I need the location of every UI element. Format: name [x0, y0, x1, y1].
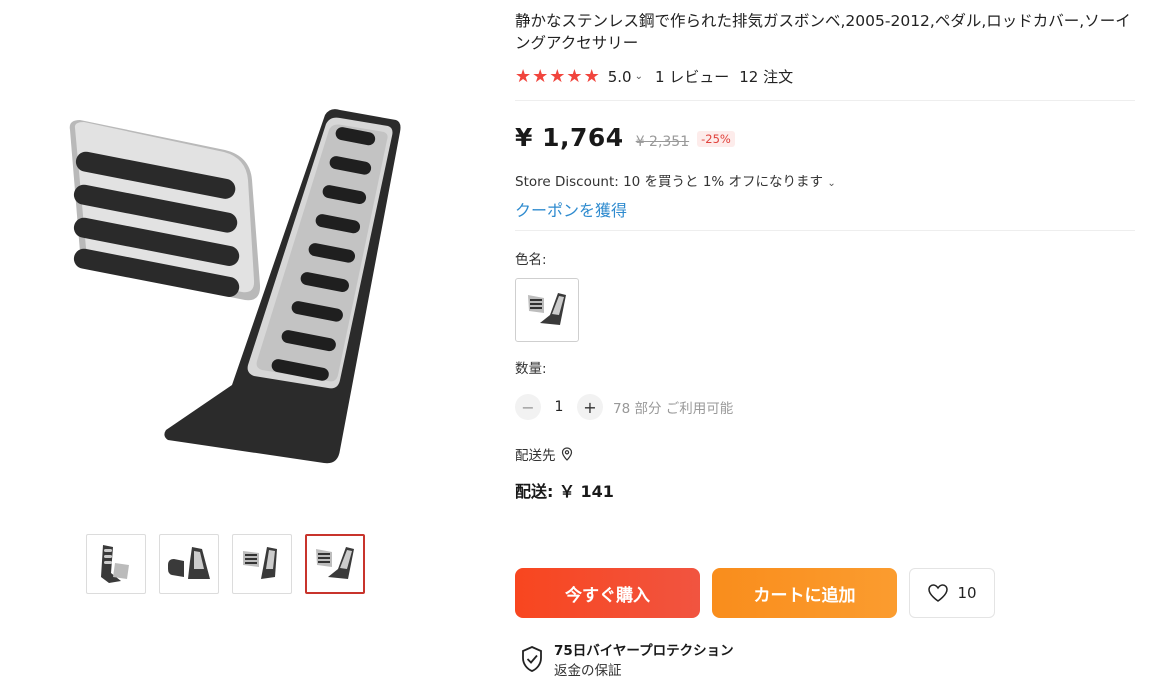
thumbnail-4-image [316, 547, 354, 579]
rating-value[interactable]: 5.0 [608, 68, 632, 86]
color-label: 色名: [515, 252, 547, 268]
order-count: 12 注文 [739, 68, 794, 86]
price-row: ¥ 1,764 ¥ 2,351 -25% [515, 123, 1135, 152]
main-product-image[interactable] [40, 80, 430, 500]
quantity-stepper: − 1 + 78 部分 ご利用可能 [515, 394, 1135, 420]
swatch-image [528, 293, 566, 325]
thumbnail-2[interactable] [159, 534, 219, 594]
shield-check-icon [522, 646, 542, 672]
review-count[interactable]: 1 レビュー [655, 66, 729, 87]
protection-title: 75日バイヤープロテクション [554, 643, 734, 659]
protection-text: 75日バイヤープロテクション 返金の保証 [554, 639, 734, 679]
quantity-minus-button[interactable]: − [515, 394, 541, 420]
ship-to-label: 配送先 [515, 448, 556, 464]
thumbnail-1[interactable] [86, 534, 146, 594]
discount-badge: -25% [697, 131, 735, 147]
ship-to[interactable]: 配送先 [515, 444, 1135, 464]
heart-icon [928, 584, 949, 602]
star-icon: ★ [566, 65, 583, 87]
buyer-protection[interactable]: 75日バイヤープロテクション 返金の保証 [520, 639, 734, 679]
rating-row: ★ ★ ★ ★ ★ 5.0 ⌄ 1 レビュー 12 注文 [515, 66, 1135, 87]
thumbnail-2-image [168, 547, 210, 579]
product-info-panel: 静かなステンレス鋼で作られた排気ガスボンベ,2005-2012,ペダル,ロッドカ… [515, 10, 1135, 502]
shipping-cost: 配送: ￥ 141 [515, 482, 614, 501]
star-icon: ★ [583, 65, 600, 87]
color-swatch-selected[interactable] [515, 278, 579, 342]
original-price: ¥ 2,351 [635, 134, 690, 150]
divider [515, 100, 1135, 101]
star-icon: ★ [549, 65, 566, 87]
chevron-down-icon[interactable]: ⌄ [635, 71, 643, 82]
star-icon: ★ [515, 65, 532, 87]
thumbnail-3-image [243, 547, 277, 579]
wishlist-button[interactable]: 10 [909, 568, 995, 618]
action-buttons: 今すぐ購入 カートに追加 10 [515, 568, 995, 618]
divider [515, 230, 1135, 231]
store-discount[interactable]: Store Discount: 10 を買うと 1% オフになります ⌄ [515, 170, 1135, 190]
thumbnail-3[interactable] [232, 534, 292, 594]
star-rating: ★ ★ ★ ★ ★ [515, 65, 600, 87]
quantity-plus-button[interactable]: + [577, 394, 603, 420]
store-discount-text: Store Discount: 10 を買うと 1% オフになります [515, 174, 824, 190]
thumbnail-strip [86, 534, 365, 594]
chevron-down-icon: ⌄ [827, 178, 836, 189]
quantity-value[interactable]: 1 [541, 399, 577, 415]
quantity-label: 数量: [515, 361, 547, 377]
current-price: ¥ 1,764 [515, 123, 624, 152]
product-gallery [0, 0, 470, 696]
star-icon: ★ [532, 65, 549, 87]
thumbnail-4-active[interactable] [305, 534, 365, 594]
location-pin-icon [561, 447, 572, 461]
add-to-cart-button[interactable]: カートに追加 [712, 568, 897, 618]
buy-now-button[interactable]: 今すぐ購入 [515, 568, 700, 618]
wishlist-count: 10 [957, 584, 977, 602]
product-title: 静かなステンレス鋼で作られた排気ガスボンベ,2005-2012,ペダル,ロッドカ… [515, 12, 1131, 52]
protection-subtitle: 返金の保証 [554, 663, 622, 679]
thumbnail-1-image [101, 545, 129, 583]
available-stock: 78 部分 ご利用可能 [613, 401, 734, 417]
get-coupon-link[interactable]: クーポンを獲得 [515, 197, 1135, 221]
